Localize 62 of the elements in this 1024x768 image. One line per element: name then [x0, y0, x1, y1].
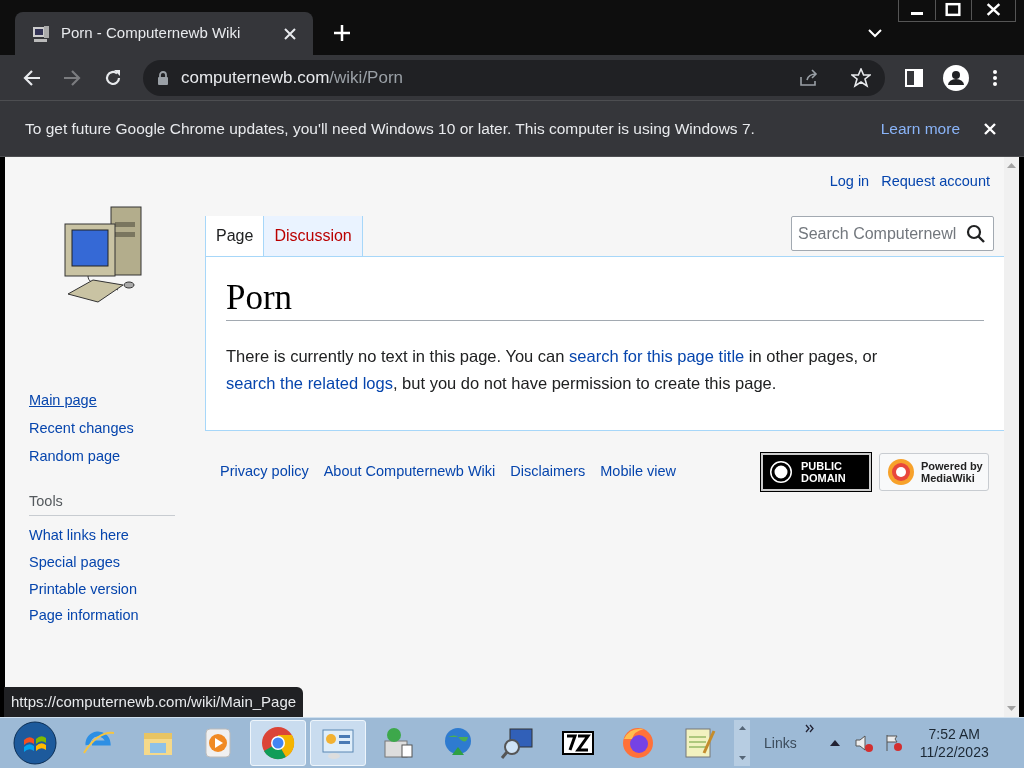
search-icon[interactable] [966, 224, 985, 243]
search-field[interactable]: Search Computernewl [791, 216, 994, 251]
new-tab-icon[interactable] [333, 24, 351, 42]
profile-avatar-icon[interactable] [943, 64, 969, 91]
url-text: computernewb.com/wiki/Porn [181, 66, 405, 89]
scroll-up-icon[interactable] [738, 726, 746, 730]
magnifier-icon [500, 725, 536, 761]
scroll-down-icon[interactable] [738, 756, 746, 760]
page-tab[interactable]: Page [205, 216, 264, 256]
sidebar-link[interactable]: What links here [29, 525, 129, 547]
star-icon[interactable] [851, 67, 871, 88]
speaker-muted-icon[interactable] [853, 733, 874, 753]
footer-link[interactable]: Privacy policy [220, 461, 309, 483]
share-icon[interactable] [799, 68, 819, 87]
links-toolbar-label: Links [764, 733, 797, 753]
toolbar-scroller[interactable] [734, 720, 750, 766]
sidebar-link[interactable]: Random page [29, 445, 121, 468]
fox-icon [620, 725, 656, 761]
clock-date[interactable]: 11/22/2023 [919, 743, 989, 761]
badge-text: Powered by [921, 460, 983, 472]
lock-icon [157, 70, 169, 85]
badge-text: DOMAIN [801, 472, 846, 484]
notice-text: There is currently no text in this page. You can search for this page title in other pages, or search the related logs, but you do not have permission to create this page. [226, 346, 879, 394]
tools-heading: Tools [29, 491, 175, 516]
badge-text: MediaWiki [921, 472, 976, 484]
page-tab[interactable]: Discussion [263, 216, 363, 256]
browser-tab[interactable]: Porn - Computernewb Wiki [15, 12, 313, 55]
badge-text: PUBLIC [801, 460, 843, 472]
address-bar[interactable]: computernewb.com/wiki/Porn [143, 59, 885, 96]
flag-icon[interactable] [883, 733, 904, 753]
sidebar-link[interactable]: Printable version [29, 578, 137, 601]
notice-link[interactable]: search for this page title [569, 347, 745, 365]
mediawiki-badge[interactable]: Powered by MediaWiki [879, 453, 989, 491]
footer-link[interactable]: Disclaimers [510, 461, 586, 483]
sidebar-link[interactable]: Main page [29, 390, 97, 412]
header-link[interactable]: Log in [829, 171, 870, 193]
footer-link[interactable]: About Computernewb Wiki [323, 461, 496, 483]
browser-icon [260, 725, 296, 761]
notice-link[interactable]: search the related logs [226, 374, 393, 392]
sidebar-link[interactable]: Special pages [29, 551, 121, 574]
sidebar-link[interactable]: Recent changes [29, 417, 134, 440]
clock-time[interactable]: 7:52 AM [928, 725, 980, 743]
menu-icon[interactable] [992, 68, 998, 87]
side-panel-icon[interactable] [905, 68, 923, 87]
computer-icon [31, 23, 51, 44]
caret-up-icon[interactable] [829, 740, 840, 746]
chevron-right-icon[interactable] [804, 724, 815, 733]
footer-link[interactable]: Mobile view [600, 461, 676, 483]
header-link[interactable]: Request account [881, 171, 990, 193]
chevron-down-icon[interactable] [868, 28, 882, 38]
reload-icon[interactable] [103, 67, 123, 88]
page-title: Porn [226, 277, 984, 321]
status-url-tooltip: https://computernewb.com/wiki/Main_Page [4, 687, 304, 717]
learn-more-link[interactable]: Learn more [880, 116, 960, 141]
public-domain-badge[interactable]: PUBLIC DOMAIN [761, 453, 871, 491]
infobar-message: To get future Google Chrome updates, you'll need Windows 10 or later. This computer is using Windows 7. [25, 118, 756, 139]
start-button[interactable] [12, 720, 58, 766]
back-arrow-icon[interactable] [22, 67, 42, 88]
zero-circle-icon [767, 458, 795, 486]
sidebar-link[interactable]: Page information [29, 605, 139, 627]
forward-arrow-icon[interactable] [62, 67, 82, 88]
tab-title: Porn - Computernewb Wiki [61, 23, 242, 44]
